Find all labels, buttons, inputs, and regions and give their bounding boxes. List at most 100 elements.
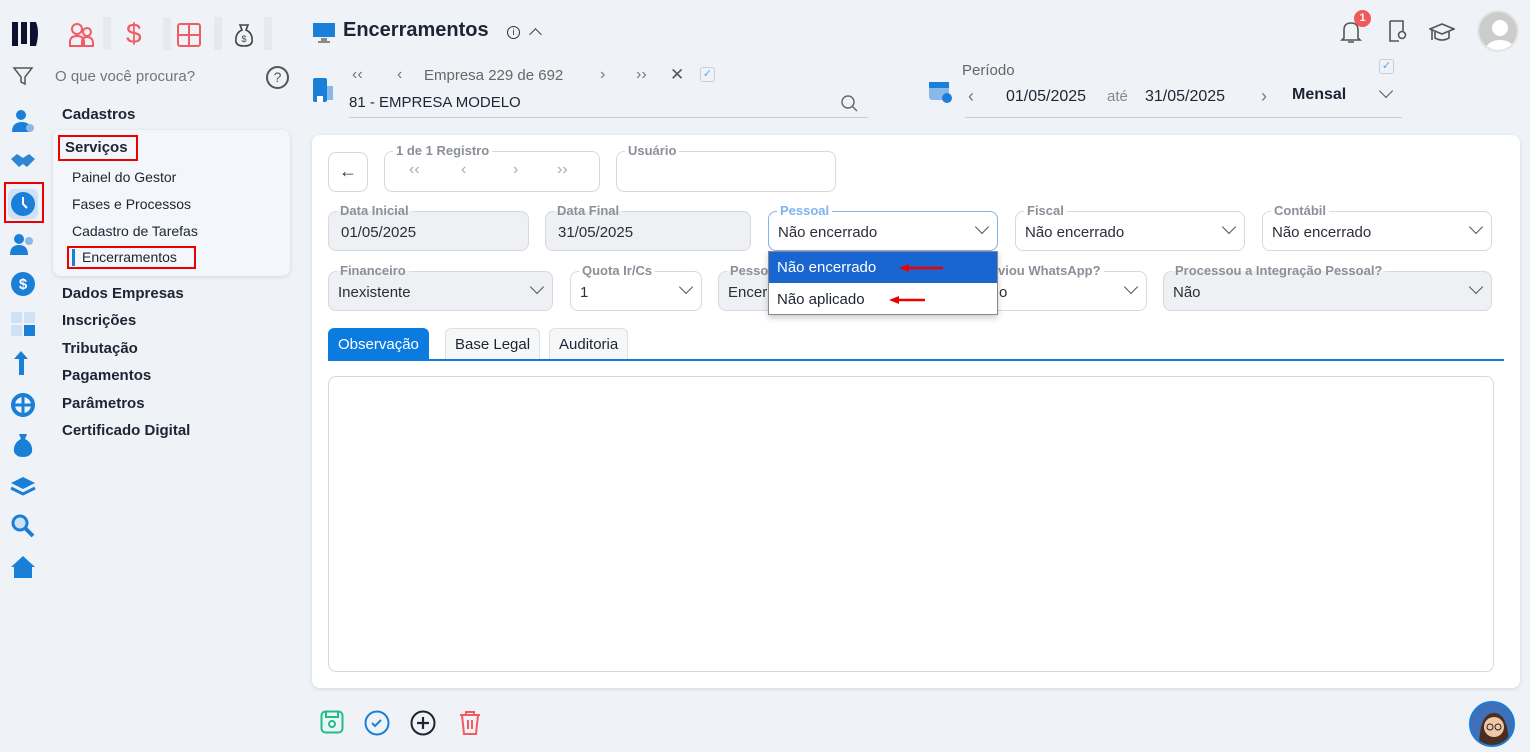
- field-label: Data Inicial: [337, 204, 412, 218]
- pessoal-dropdown: Não encerrado Não aplicado: [768, 251, 998, 315]
- highlight-encerramentos: [67, 246, 196, 269]
- menu-tributacao[interactable]: Tributação: [62, 340, 138, 357]
- period-start[interactable]: 01/05/2025: [1006, 88, 1086, 106]
- annotation-arrow: [899, 264, 943, 272]
- search-icon[interactable]: [841, 95, 859, 118]
- user-avatar[interactable]: [1477, 10, 1519, 52]
- period-mode-select[interactable]: Mensal: [1292, 86, 1346, 104]
- period-sep: até: [1107, 88, 1128, 105]
- data-final-field[interactable]: Data Final 31/05/2025: [545, 204, 751, 251]
- field-label: Processou a Integração Pessoal?: [1172, 264, 1386, 278]
- last-record-button[interactable]: ››: [557, 161, 568, 179]
- field-label: Pesso: [727, 264, 772, 278]
- periodo-label: Período: [962, 62, 1015, 79]
- gear-icon[interactable]: [10, 392, 36, 418]
- data-inicial-field[interactable]: Data Inicial 01/05/2025: [328, 204, 529, 251]
- menu-certificado-digital[interactable]: Certificado Digital: [62, 422, 190, 439]
- chevron-down-icon: [1468, 279, 1484, 295]
- filter-icon[interactable]: [12, 66, 34, 91]
- confirm-icon[interactable]: [364, 710, 390, 741]
- shortcut-people-icon[interactable]: [68, 22, 96, 53]
- clock-icon[interactable]: [8, 189, 38, 219]
- divider: [163, 17, 171, 50]
- assistant-avatar[interactable]: [1469, 701, 1515, 747]
- field-label: Fiscal: [1024, 204, 1067, 218]
- save-icon[interactable]: [320, 710, 344, 739]
- divider: [103, 17, 111, 50]
- next-record-button[interactable]: ›: [513, 161, 518, 179]
- menu-search-input[interactable]: [55, 64, 255, 88]
- menu-fases-e-processos[interactable]: Fases e Processos: [72, 196, 191, 212]
- tab-underline: [328, 359, 1504, 361]
- financeiro-select[interactable]: Financeiro Inexistente: [328, 264, 553, 311]
- field-label: Data Final: [554, 204, 623, 218]
- handshake-icon[interactable]: [10, 148, 36, 174]
- graduation-cap-icon[interactable]: [1427, 22, 1457, 49]
- add-icon[interactable]: [410, 710, 436, 741]
- menu-cadastro-de-tarefas[interactable]: Cadastro de Tarefas: [72, 223, 198, 239]
- calculator-icon[interactable]: [10, 311, 36, 337]
- prev-period-button[interactable]: ‹: [968, 86, 974, 107]
- last-empresa-button[interactable]: ››: [636, 66, 647, 84]
- delete-icon[interactable]: [459, 710, 481, 741]
- dropdown-option-nao-encerrado[interactable]: Não encerrado: [769, 252, 997, 283]
- app-logo[interactable]: [10, 18, 40, 48]
- users-icon[interactable]: [10, 231, 36, 257]
- next-period-button[interactable]: ›: [1261, 86, 1267, 107]
- tax-arrow-icon[interactable]: [10, 351, 36, 377]
- info-icon[interactable]: i: [507, 26, 520, 39]
- menu-pagamentos[interactable]: Pagamentos: [62, 367, 151, 384]
- tab-base-legal[interactable]: Base Legal: [445, 328, 541, 360]
- shortcut-money-bag-icon[interactable]: $: [234, 23, 254, 52]
- tab-observacao[interactable]: Observação: [328, 328, 429, 360]
- chevron-down-icon: [974, 219, 990, 235]
- usuario-field[interactable]: Usuário: [616, 144, 836, 192]
- collapse-chevron-icon[interactable]: [529, 28, 542, 41]
- pessoal-select[interactable]: Pessoal Não encerrado: [768, 204, 998, 251]
- empresa-field[interactable]: 81 - EMPRESA MODELO: [349, 94, 868, 118]
- first-record-button[interactable]: ‹‹: [409, 161, 420, 179]
- search-zoom-icon[interactable]: [10, 513, 36, 539]
- home-icon[interactable]: [10, 554, 36, 580]
- clear-empresa-icon[interactable]: ✕: [670, 65, 684, 85]
- field-label: Financeiro: [337, 264, 409, 278]
- prev-empresa-button[interactable]: ‹: [397, 66, 402, 84]
- field-value: o: [999, 284, 1008, 301]
- period-checkbox[interactable]: ✓: [1379, 59, 1394, 74]
- menu-painel-do-gestor[interactable]: Painel do Gestor: [72, 169, 176, 185]
- svg-text:$: $: [241, 34, 246, 44]
- tab-auditoria[interactable]: Auditoria: [549, 328, 629, 360]
- contabil-select[interactable]: Contábil Não encerrado: [1262, 204, 1492, 251]
- money-bag-icon[interactable]: [10, 432, 36, 458]
- option-label: Não encerrado: [777, 259, 877, 276]
- integracao-select[interactable]: Processou a Integração Pessoal? Não: [1163, 264, 1492, 311]
- empresa-checkbox[interactable]: ✓: [700, 67, 715, 82]
- dollar-circle-icon[interactable]: $: [10, 271, 36, 297]
- period-end[interactable]: 31/05/2025: [1145, 88, 1225, 106]
- help-icon[interactable]: ?: [266, 66, 289, 89]
- menu-parametros[interactable]: Parâmetros: [62, 395, 145, 412]
- divider: [214, 17, 222, 50]
- user-settings-icon[interactable]: [10, 108, 36, 134]
- observacao-textarea[interactable]: [328, 376, 1494, 672]
- menu-cadastros[interactable]: Cadastros: [62, 106, 135, 123]
- fiscal-select[interactable]: Fiscal Não encerrado: [1015, 204, 1245, 251]
- page-title: Encerramentos: [343, 19, 489, 41]
- document-search-icon[interactable]: [1388, 20, 1408, 47]
- layers-icon[interactable]: [10, 473, 36, 499]
- field-value: Não encerrado: [1025, 224, 1125, 241]
- back-button[interactable]: ←: [328, 152, 368, 192]
- prev-record-button[interactable]: ‹: [461, 161, 466, 179]
- menu-inscricoes[interactable]: Inscrições: [62, 312, 136, 329]
- next-empresa-button[interactable]: ›: [600, 66, 605, 84]
- record-navigator: 1 de 1 Registro ‹‹ ‹ › ››: [384, 144, 600, 192]
- quota-select[interactable]: Quota Ir/Cs 1: [570, 264, 702, 311]
- annotation-arrow: [889, 296, 925, 304]
- shortcut-calculator-icon[interactable]: [177, 23, 201, 52]
- first-empresa-button[interactable]: ‹‹: [352, 66, 363, 84]
- field-label: Quota Ir/Cs: [579, 264, 656, 278]
- menu-dados-empresas[interactable]: Dados Empresas: [62, 285, 184, 302]
- dropdown-option-nao-aplicado[interactable]: Não aplicado: [769, 283, 997, 314]
- chevron-down-icon[interactable]: [1378, 83, 1394, 99]
- shortcut-dollar-icon[interactable]: $: [126, 18, 142, 50]
